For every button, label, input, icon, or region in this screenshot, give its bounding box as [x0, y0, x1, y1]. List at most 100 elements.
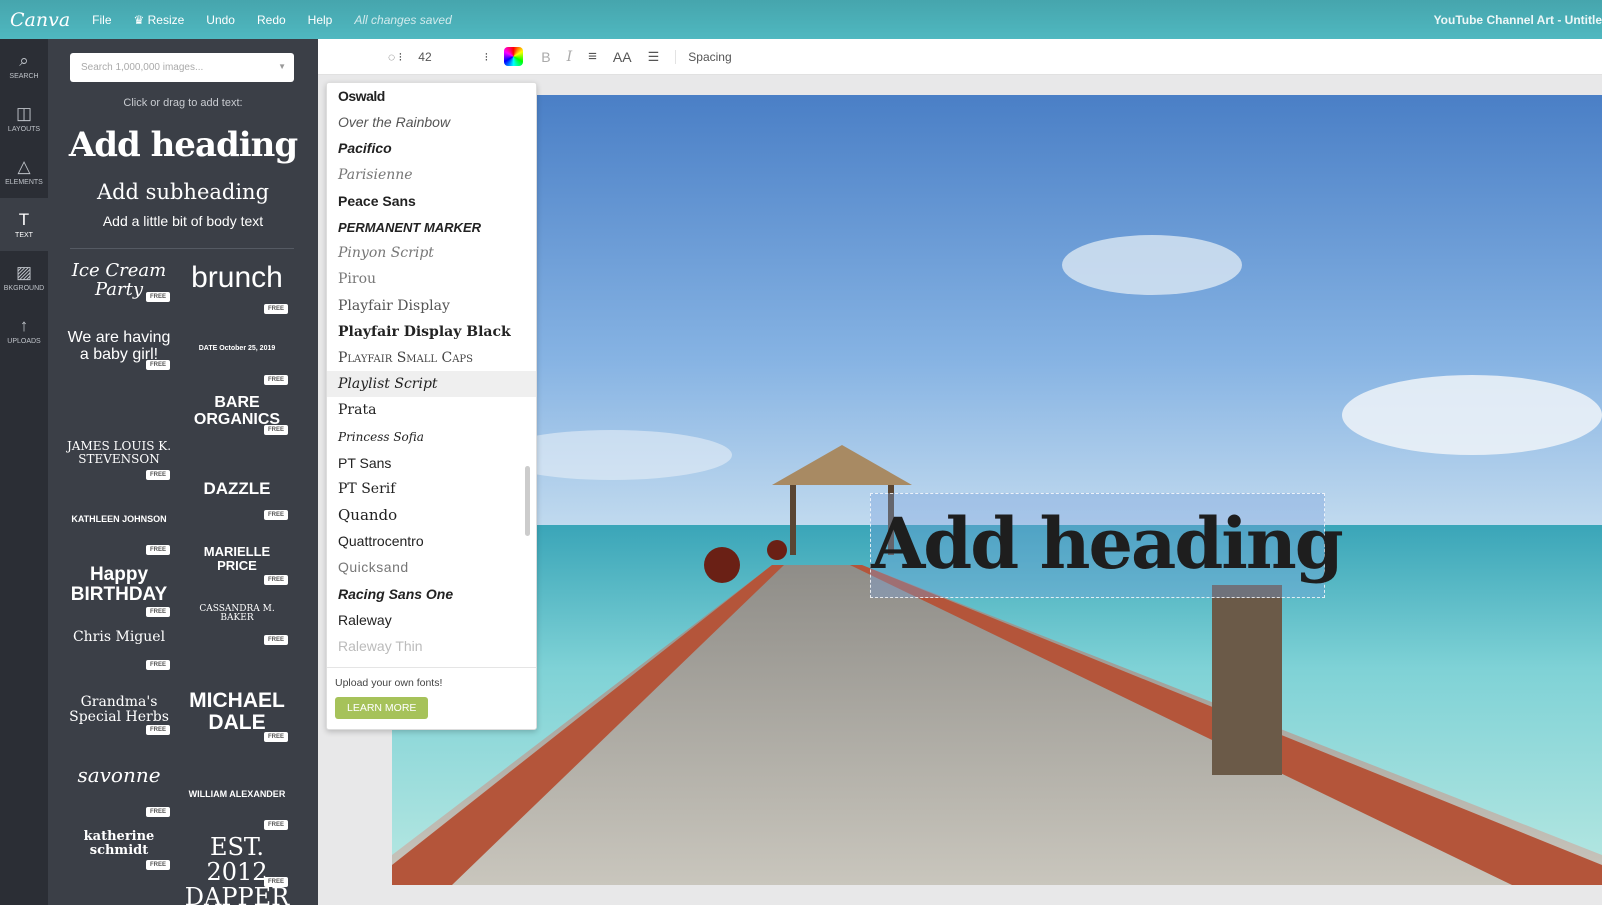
font-option[interactable]: Quando: [327, 502, 536, 528]
rail-label: SEARCH: [9, 72, 39, 80]
free-badge: FREE: [264, 510, 289, 520]
font-option[interactable]: Oswald: [327, 83, 536, 109]
font-name: Playfair Display: [338, 297, 450, 314]
text-template[interactable]: CASSANDRA M. BAKER: [184, 604, 290, 624]
text-template[interactable]: EST. 2012 DAPPER: [184, 834, 290, 905]
add-subheading-button[interactable]: Add subheading: [48, 180, 318, 204]
rail-item-text[interactable]: T TEXT: [0, 198, 48, 251]
document-title[interactable]: YouTube Channel Art - Untitle: [1434, 13, 1602, 27]
font-list-scrollbar[interactable]: [525, 466, 530, 536]
font-option[interactable]: Quicksand: [327, 554, 536, 580]
font-option[interactable]: Playfair Display: [327, 293, 536, 319]
spacing-button[interactable]: Spacing: [675, 49, 732, 64]
template-label: Chris Miguel: [72, 629, 166, 645]
free-badge: FREE: [264, 304, 289, 314]
rail-label: UPLOADS: [7, 337, 41, 345]
bold-button[interactable]: B: [541, 49, 550, 65]
menu-undo[interactable]: Undo: [206, 13, 235, 27]
image-search-input[interactable]: Search 1,000,000 images... ▼: [70, 53, 294, 82]
font-option[interactable]: Pinyon Script: [327, 240, 536, 266]
text-template[interactable]: Happy BIRTHDAY: [66, 565, 172, 605]
font-option[interactable]: PT Serif: [327, 476, 536, 502]
italic-button[interactable]: I: [567, 49, 573, 65]
text-template[interactable]: MARIELLE PRICE: [184, 545, 290, 572]
free-badge: FREE: [146, 725, 171, 735]
font-option[interactable]: Pirou: [327, 266, 536, 292]
rail-item-layouts[interactable]: ◫ LAYOUTS: [0, 92, 48, 145]
font-list: Oswald Over the Rainbow Pacifico Parisienne…: [327, 83, 536, 659]
font-spinner-icon[interactable]: ◌ ⁝: [388, 50, 402, 64]
font-size-select[interactable]: 42 ⁝: [418, 50, 488, 64]
font-option[interactable]: PT Sans: [327, 450, 536, 476]
letter-case-button[interactable]: AA: [613, 49, 632, 65]
add-heading-button[interactable]: Add heading: [48, 125, 318, 165]
font-option[interactable]: Raleway: [327, 607, 536, 633]
learn-more-button[interactable]: LEARN MORE: [335, 697, 429, 719]
search-placeholder: Search 1,000,000 images...: [81, 62, 204, 73]
font-option[interactable]: Prata: [327, 397, 536, 423]
template-label: KATHLEEN JOHNSON: [71, 514, 167, 524]
text-template[interactable]: Grandma's Special Herbs: [66, 695, 172, 724]
rail-item-search[interactable]: ⌕ SEARCH: [0, 39, 48, 92]
free-badge: FREE: [264, 877, 289, 887]
font-option[interactable]: Princess Sofia: [327, 423, 536, 449]
text-template[interactable]: WILLIAM ALEXANDER: [184, 789, 290, 799]
add-body-text-button[interactable]: Add a little bit of body text: [48, 213, 318, 229]
font-option[interactable]: Playlist Script: [327, 371, 536, 398]
free-badge: FREE: [146, 660, 171, 670]
dropdown-caret-icon[interactable]: ▼: [278, 62, 286, 71]
menu-file[interactable]: File: [92, 13, 111, 27]
free-badge: FREE: [264, 375, 289, 385]
font-option[interactable]: Quattrocentro: [327, 528, 536, 554]
font-option[interactable]: Parisienne: [327, 162, 536, 188]
free-badge: FREE: [264, 820, 289, 830]
template-label: MARIELLE PRICE: [203, 544, 271, 573]
text-template[interactable]: JAMES LOUIS K. STEVENSON: [66, 440, 172, 465]
rail-label: ELEMENTS: [5, 178, 43, 186]
text-toolbar: ◌ ⁝ 42 ⁝ B I ≡ AA ☰ Spacing: [318, 39, 1602, 75]
rail-item-elements[interactable]: △ ELEMENTS: [0, 145, 48, 198]
font-option[interactable]: Playfair Display Black: [327, 319, 536, 345]
font-name: Pacifico: [338, 140, 392, 157]
font-name: Prata: [338, 402, 377, 419]
font-option[interactable]: Permanent Marker: [327, 214, 536, 240]
text-template[interactable]: BARE ORGANICS: [184, 394, 290, 429]
font-option[interactable]: Raleway Thin: [327, 633, 536, 659]
canvas-heading-text[interactable]: Add heading: [870, 493, 1344, 598]
rail-label: TEXT: [15, 231, 33, 239]
menu-redo[interactable]: Redo: [257, 13, 286, 27]
text-template[interactable]: Chris Miguel: [66, 630, 172, 645]
menu-resize[interactable]: ♛ Resize: [134, 13, 185, 27]
font-option[interactable]: Pacifico: [327, 135, 536, 161]
rail-label: BKGROUND: [3, 284, 45, 292]
free-badge: FREE: [264, 575, 289, 585]
template-label: BARE ORGANICS: [193, 394, 281, 428]
text-template[interactable]: katherine schmidt: [66, 830, 172, 857]
template-label: brunch: [191, 261, 283, 294]
text-template[interactable]: DATE October 25, 2019: [184, 345, 290, 352]
text-template[interactable]: savonne: [66, 765, 172, 786]
list-button[interactable]: ☰: [648, 49, 660, 65]
font-option[interactable]: Over the Rainbow: [327, 109, 536, 135]
free-badge: FREE: [146, 360, 171, 370]
text-template[interactable]: MICHAEL DALE: [184, 689, 290, 734]
canva-logo[interactable]: Canva: [10, 9, 70, 31]
search-icon: ⌕: [19, 50, 29, 70]
free-badge: FREE: [146, 292, 171, 302]
rail-item-bkground[interactable]: ▨ BKGROUND: [0, 251, 48, 304]
design-canvas[interactable]: [392, 95, 1602, 885]
text-template[interactable]: brunch: [184, 262, 290, 294]
font-option[interactable]: Peace Sans: [327, 188, 536, 214]
font-name: Pinyon Script: [338, 245, 434, 262]
font-option[interactable]: Racing Sans One: [327, 581, 536, 607]
font-option[interactable]: Playfair Small Caps: [327, 345, 536, 371]
text-template[interactable]: DAZZLE: [184, 480, 290, 498]
text-template[interactable]: We are having a baby girl!: [66, 329, 172, 364]
menu-help[interactable]: Help: [308, 13, 333, 27]
align-button[interactable]: ≡: [588, 48, 597, 65]
text-color-button[interactable]: [504, 47, 524, 66]
text-template[interactable]: KATHLEEN JOHNSON: [66, 514, 172, 524]
rail-item-uploads[interactable]: ↑ UPLOADS: [0, 304, 48, 357]
upload-icon: ↑: [19, 315, 29, 335]
font-name: Playfair Display Black: [338, 323, 511, 340]
